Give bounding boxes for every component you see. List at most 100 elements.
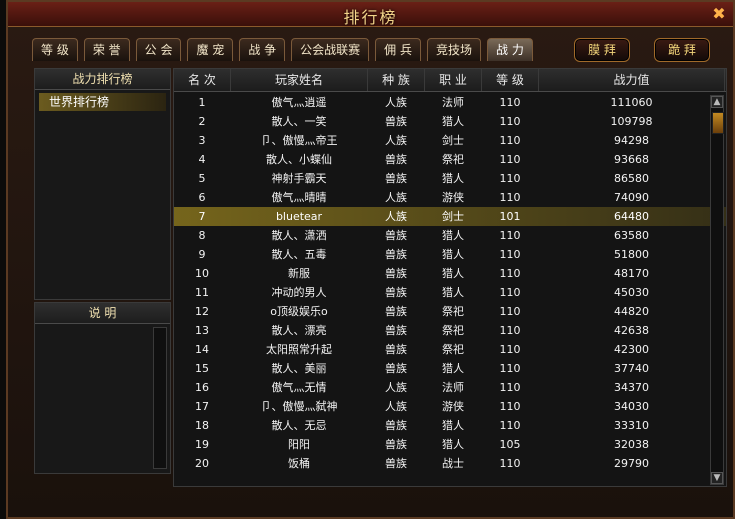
table-row[interactable]: 8 散人、潇洒 兽族 猎人 110 63580	[174, 226, 726, 245]
cell-level: 110	[499, 191, 521, 204]
cell-race: 兽族	[385, 153, 407, 166]
cell-level: 110	[499, 381, 521, 394]
table-row[interactable]: 19 阳阳 兽族 猎人 105 32038	[174, 435, 726, 454]
tab-mercenary[interactable]: 佣 兵	[375, 38, 421, 61]
cell-class: 猎人	[442, 438, 464, 451]
cell-class: 战士	[442, 457, 464, 470]
cell-level: 110	[499, 267, 521, 280]
cell-rank: 10	[195, 267, 209, 280]
gui-bai-button[interactable]: 跪 拜	[654, 38, 710, 62]
cell-power: 42638	[614, 324, 649, 337]
cell-level: 110	[499, 153, 521, 166]
cell-player-name: 卩、傲慢灬帝王	[260, 134, 338, 147]
table-row[interactable]: 5 神射手霸天 兽族 猎人 110 86580	[174, 169, 726, 188]
cell-rank: 15	[195, 362, 209, 375]
cell-level: 110	[499, 96, 521, 109]
cell-race: 兽族	[385, 267, 407, 280]
tab-power[interactable]: 战 力	[487, 38, 533, 61]
cell-player-name: 散人、一笑	[271, 115, 327, 128]
description-header: 说 明	[35, 303, 170, 324]
cell-power: 86580	[614, 172, 649, 185]
table-row[interactable]: 15 散人、美丽 兽族 猎人 110 37740	[174, 359, 726, 378]
table-row[interactable]: 16 傲气灬无情 人族 法师 110 34370	[174, 378, 726, 397]
cell-rank: 9	[198, 248, 206, 261]
tab-honor[interactable]: 荣 誉	[83, 38, 130, 61]
cell-rank: 14	[195, 343, 209, 356]
cell-class: 法师	[442, 96, 464, 109]
table-row[interactable]: 11 冲动的男人 兽族 猎人 110 45030	[174, 283, 726, 302]
cell-race: 兽族	[385, 362, 407, 375]
table-row[interactable]: 20 饭桶 兽族 战士 110 29790	[174, 454, 726, 473]
table-row[interactable]: 12 o顶级娱乐o 兽族 祭祀 110 44820	[174, 302, 726, 321]
cell-power: 45030	[614, 286, 649, 299]
cell-race: 人族	[385, 134, 407, 147]
cell-rank: 16	[195, 381, 209, 394]
cell-player-name: 傲气灬无情	[271, 381, 327, 394]
cell-class: 剑士	[442, 134, 464, 147]
tab-war[interactable]: 战 争	[239, 38, 286, 61]
cell-level: 110	[499, 457, 521, 470]
cell-rank: 11	[195, 286, 209, 299]
table-row[interactable]: 3 卩、傲慢灬帝王 人族 剑士 110 94298	[174, 131, 726, 150]
cell-level: 110	[499, 419, 521, 432]
col-power: 战力值	[539, 69, 725, 91]
cell-race: 人族	[385, 210, 407, 223]
table-row[interactable]: 14 太阳照常升起 兽族 祭祀 110 42300	[174, 340, 726, 359]
cell-race: 兽族	[385, 305, 407, 318]
table-header: 名 次 玩家姓名 种 族 职 业 等 级 战力值	[174, 69, 726, 92]
close-icon[interactable]: ✖	[711, 6, 727, 22]
mo-bai-button[interactable]: 膜 拜	[574, 38, 630, 62]
cell-player-name: 散人、无忌	[271, 419, 327, 432]
table-row[interactable]: 2 散人、一笑 兽族 猎人 110 109798	[174, 112, 726, 131]
scroll-thumb[interactable]	[712, 112, 724, 134]
cell-player-name: 新服	[288, 267, 310, 280]
cell-player-name: 卩、傲慢灬弑神	[260, 400, 338, 413]
tab-guild-league[interactable]: 公会战联赛	[291, 38, 370, 61]
cell-rank: 7	[198, 210, 206, 223]
cell-level: 110	[499, 115, 521, 128]
cell-power: 94298	[614, 134, 649, 147]
cell-level: 110	[499, 248, 521, 261]
cell-class: 祭祀	[442, 324, 464, 337]
table-row[interactable]: 18 散人、无忌 兽族 猎人 110 33310	[174, 416, 726, 435]
table-row[interactable]: 9 散人、五毒 兽族 猎人 110 51800	[174, 245, 726, 264]
tab-guild[interactable]: 公 会	[135, 38, 182, 61]
cell-class: 祭祀	[442, 153, 464, 166]
cell-race: 兽族	[385, 115, 407, 128]
tab-level[interactable]: 等 级	[32, 38, 78, 61]
scroll-down-icon[interactable]: ▼	[711, 472, 723, 484]
cell-race: 人族	[385, 381, 407, 394]
table-row[interactable]: 4 散人、小蝶仙 兽族 祭祀 110 93668	[174, 150, 726, 169]
cell-player-name: 散人、五毒	[271, 248, 327, 261]
cell-player-name: 傲气灬逍遥	[271, 96, 327, 109]
col-rank: 名 次	[174, 69, 231, 91]
table-scrollbar[interactable]: ▲ ▼	[710, 95, 724, 485]
cell-player-name: 傲气灬晴晴	[271, 191, 327, 204]
cell-rank: 8	[198, 229, 206, 242]
cell-level: 101	[499, 210, 521, 223]
category-world-ranking[interactable]: 世界排行榜	[39, 93, 166, 111]
description-scrollbar[interactable]	[153, 327, 167, 469]
cell-class: 猎人	[442, 229, 464, 242]
scroll-up-icon[interactable]: ▲	[711, 96, 723, 108]
table-row[interactable]: 7 bluetear 人族 剑士 101 64480	[174, 207, 726, 226]
table-row[interactable]: 10 新服 兽族 猎人 110 48170	[174, 264, 726, 283]
table-row[interactable]: 6 傲气灬晴晴 人族 游侠 110 74090	[174, 188, 726, 207]
cell-player-name: 神射手霸天	[271, 172, 327, 185]
cell-race: 兽族	[385, 172, 407, 185]
cell-class: 猎人	[442, 362, 464, 375]
cell-player-name: bluetear	[275, 210, 323, 223]
tab-pet[interactable]: 魔 宠	[187, 38, 234, 61]
cell-level: 110	[499, 286, 521, 299]
cell-class: 猎人	[442, 172, 464, 185]
table-row[interactable]: 1 傲气灬逍遥 人族 法师 110 111060	[174, 93, 726, 112]
cell-player-name: 太阳照常升起	[266, 343, 332, 356]
cell-player-name: 散人、潇洒	[271, 229, 327, 242]
cell-rank: 6	[198, 191, 206, 204]
cell-player-name: o顶级娱乐o	[270, 305, 328, 318]
cell-power: 44820	[614, 305, 649, 318]
cell-power: 93668	[614, 153, 649, 166]
table-row[interactable]: 17 卩、傲慢灬弑神 人族 游侠 110 34030	[174, 397, 726, 416]
table-row[interactable]: 13 散人、漂亮 兽族 祭祀 110 42638	[174, 321, 726, 340]
tab-arena[interactable]: 竞技场	[426, 38, 481, 61]
